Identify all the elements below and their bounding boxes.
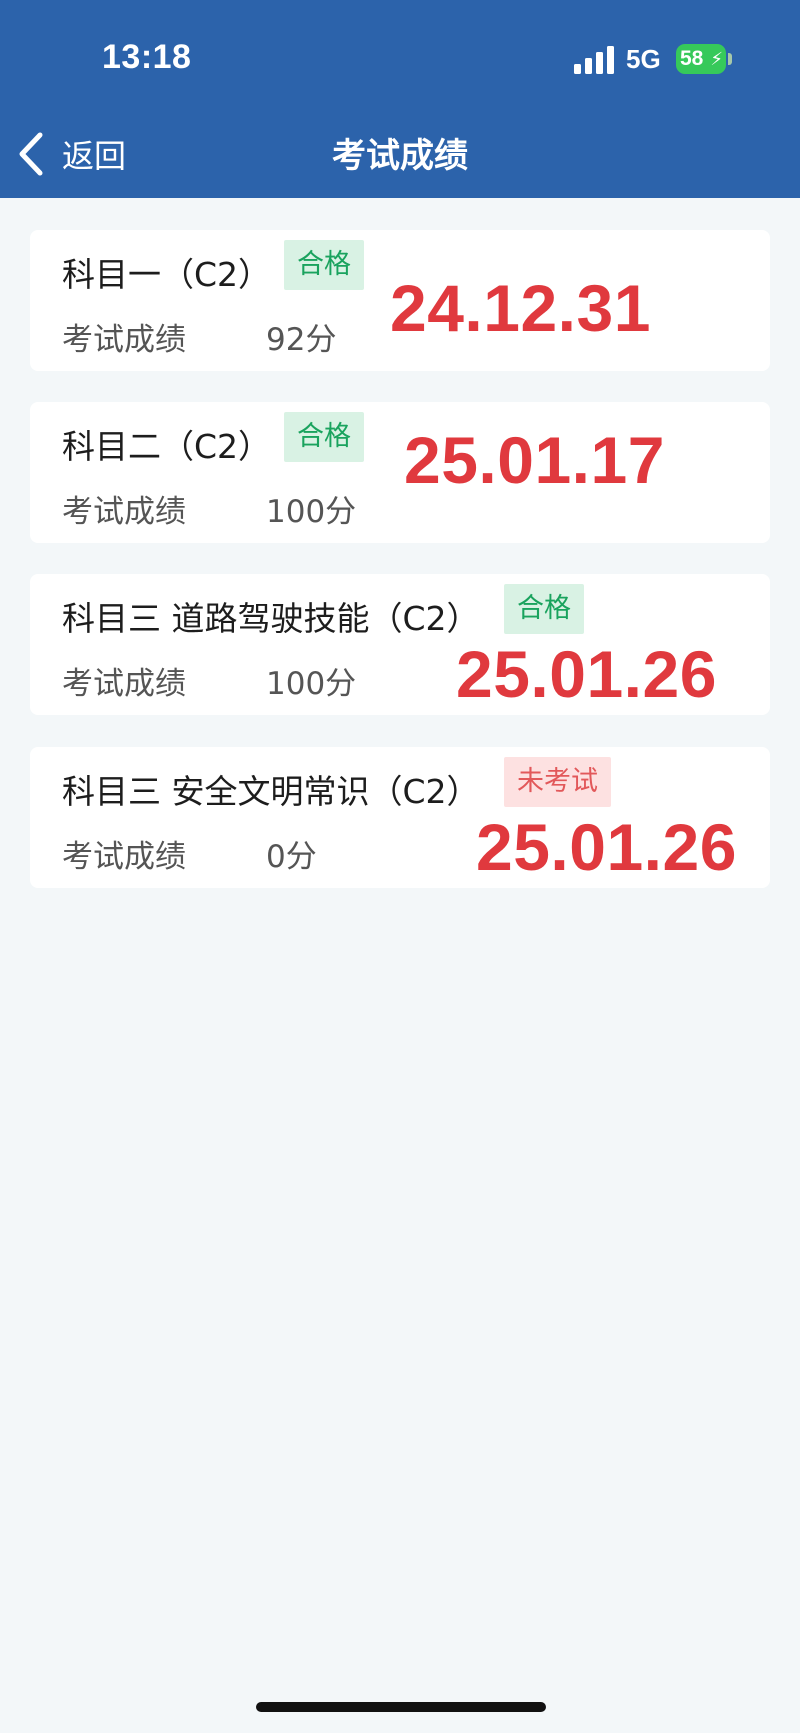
battery-cap xyxy=(728,53,732,65)
score-label: 考试成绩 xyxy=(62,322,186,358)
home-indicator[interactable] xyxy=(256,1702,546,1712)
score-label: 考试成绩 xyxy=(62,666,186,702)
result-card[interactable]: 科目三 道路驾驶技能（C2） 合格 考试成绩 100分 25.01.26 xyxy=(30,574,770,715)
exam-date: 25.01.17 xyxy=(404,423,665,497)
header: 13:18 5G 58 ⚡ 返回 考试成绩 xyxy=(0,0,800,198)
exam-date: 25.01.26 xyxy=(476,810,737,884)
status-badge: 合格 xyxy=(284,412,364,462)
network-type: 5G xyxy=(626,44,661,74)
status-badge: 合格 xyxy=(504,584,584,634)
page-title: 考试成绩 xyxy=(332,136,468,176)
battery-level: 58 xyxy=(680,47,704,70)
result-card[interactable]: 科目三 安全文明常识（C2） 未考试 考试成绩 0分 25.01.26 xyxy=(30,747,770,888)
exam-date: 24.12.31 xyxy=(390,271,651,345)
score-value: 100分 xyxy=(266,494,357,530)
subject-name: 科目一（C2） xyxy=(62,255,272,294)
score-label: 考试成绩 xyxy=(62,494,186,530)
subject-name: 科目二（C2） xyxy=(62,427,272,466)
result-card[interactable]: 科目二（C2） 合格 考试成绩 100分 25.01.17 xyxy=(30,402,770,543)
result-card[interactable]: 科目一（C2） 合格 考试成绩 92分 24.12.31 xyxy=(30,230,770,371)
signal-icon xyxy=(574,46,616,74)
subject-name: 科目三 安全文明常识（C2） xyxy=(62,772,480,811)
status-badge: 未考试 xyxy=(504,757,611,807)
status-badge: 合格 xyxy=(284,240,364,290)
score-label: 考试成绩 xyxy=(62,839,186,875)
score-value: 0分 xyxy=(266,839,317,875)
status-time: 13:18 xyxy=(102,38,192,76)
subject-name: 科目三 道路驾驶技能（C2） xyxy=(62,599,480,638)
charging-bolt-icon: ⚡ xyxy=(710,49,723,69)
score-value: 92分 xyxy=(266,322,337,358)
exam-date: 25.01.26 xyxy=(456,637,717,711)
score-value: 100分 xyxy=(266,666,357,702)
battery-icon: 58 ⚡ xyxy=(676,44,726,74)
